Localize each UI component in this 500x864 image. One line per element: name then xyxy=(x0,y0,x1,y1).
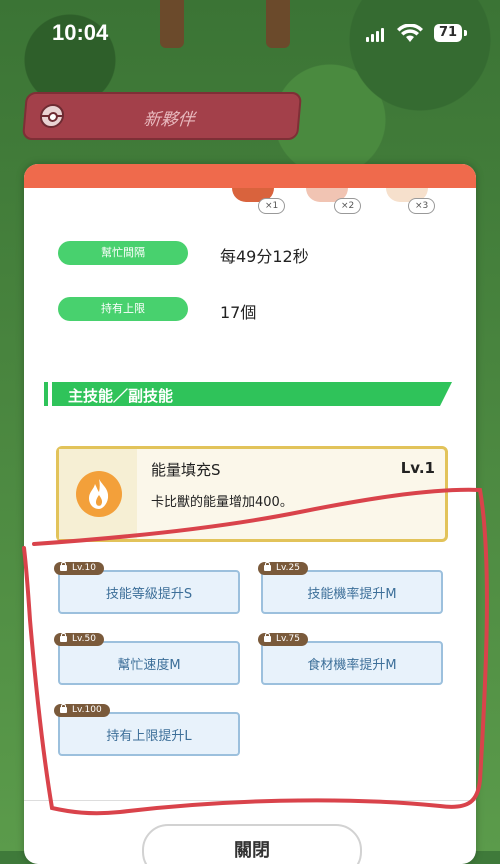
ingredient-count: ×1 xyxy=(258,198,286,214)
pokeball-icon xyxy=(38,104,66,128)
sub-skill-name: 食材機率提升M xyxy=(307,658,397,673)
new-partner-banner: 新夥伴 xyxy=(21,92,303,140)
battery-tip xyxy=(464,30,467,36)
sub-skill-name: 技能等級提升S xyxy=(105,587,193,602)
lock-icon xyxy=(60,633,67,642)
battery-indicator: 71 xyxy=(434,24,462,42)
panel-top-band xyxy=(24,164,476,188)
watermark-text: 九游 xyxy=(424,818,469,843)
lock-icon xyxy=(264,633,271,642)
ingredient-row: ×1 ×2 ×3 xyxy=(24,188,476,218)
divider xyxy=(24,800,476,801)
wifi-icon xyxy=(397,24,423,42)
carry-limit-value: 17個 xyxy=(220,303,257,322)
lock-icon xyxy=(60,562,67,571)
sub-skill-name: 技能機率提升M xyxy=(307,587,397,602)
main-skill-level: Lv.1 xyxy=(400,459,435,477)
sub-skill-button[interactable]: 幫忙速度M xyxy=(58,641,240,685)
carry-limit-label: 持有上限 xyxy=(58,297,188,321)
main-skill-name: 能量填充S xyxy=(151,461,221,479)
sub-skill-level-tag: Lv.100 xyxy=(54,704,110,717)
sub-skill-level-tag: Lv.50 xyxy=(54,633,104,646)
ingredient-count: ×2 xyxy=(334,198,362,214)
sub-skill-button[interactable]: 食材機率提升M xyxy=(261,641,443,685)
sub-skill-button[interactable]: 持有上限提升L xyxy=(58,712,240,756)
section-title: 主技能／副技能 xyxy=(68,387,174,405)
banner-title: 新夥伴 xyxy=(142,110,196,130)
status-bar: 10:04 71 xyxy=(0,0,500,60)
lock-icon xyxy=(60,704,67,713)
sub-skill-level-tag: Lv.75 xyxy=(258,633,308,646)
sub-skill-level-tag: Lv.10 xyxy=(54,562,104,575)
lock-icon xyxy=(264,562,271,571)
sub-skill-name: 幫忙速度M xyxy=(117,658,181,673)
sub-skill-level-tag: Lv.25 xyxy=(258,562,308,575)
help-interval-label: 幫忙間隔 xyxy=(58,241,188,265)
fire-icon xyxy=(76,471,122,517)
sub-skill-button[interactable]: 技能機率提升M xyxy=(261,570,443,614)
watermark-logo-icon xyxy=(392,812,422,844)
cellular-signal-icon xyxy=(366,28,384,42)
help-interval-value: 每49分12秒 xyxy=(220,247,309,266)
ingredient-count: ×3 xyxy=(408,198,436,214)
skills-section-header: 主技能／副技能 xyxy=(44,382,452,406)
main-skill-card[interactable]: 能量填充S Lv.1 卡比獸的能量增加400。 xyxy=(56,446,448,542)
status-time: 10:04 xyxy=(52,20,109,45)
main-skill-description: 卡比獸的能量增加400。 xyxy=(151,495,293,510)
sub-skill-button[interactable]: 技能等級提升S xyxy=(58,570,240,614)
close-button[interactable]: 關閉 xyxy=(142,824,362,864)
pokemon-detail-panel[interactable]: ×1 ×2 ×3 幫忙間隔 每49分12秒 持有上限 17個 主技能／副技能 能… xyxy=(24,164,476,864)
sub-skill-name: 持有上限提升L xyxy=(106,729,192,744)
